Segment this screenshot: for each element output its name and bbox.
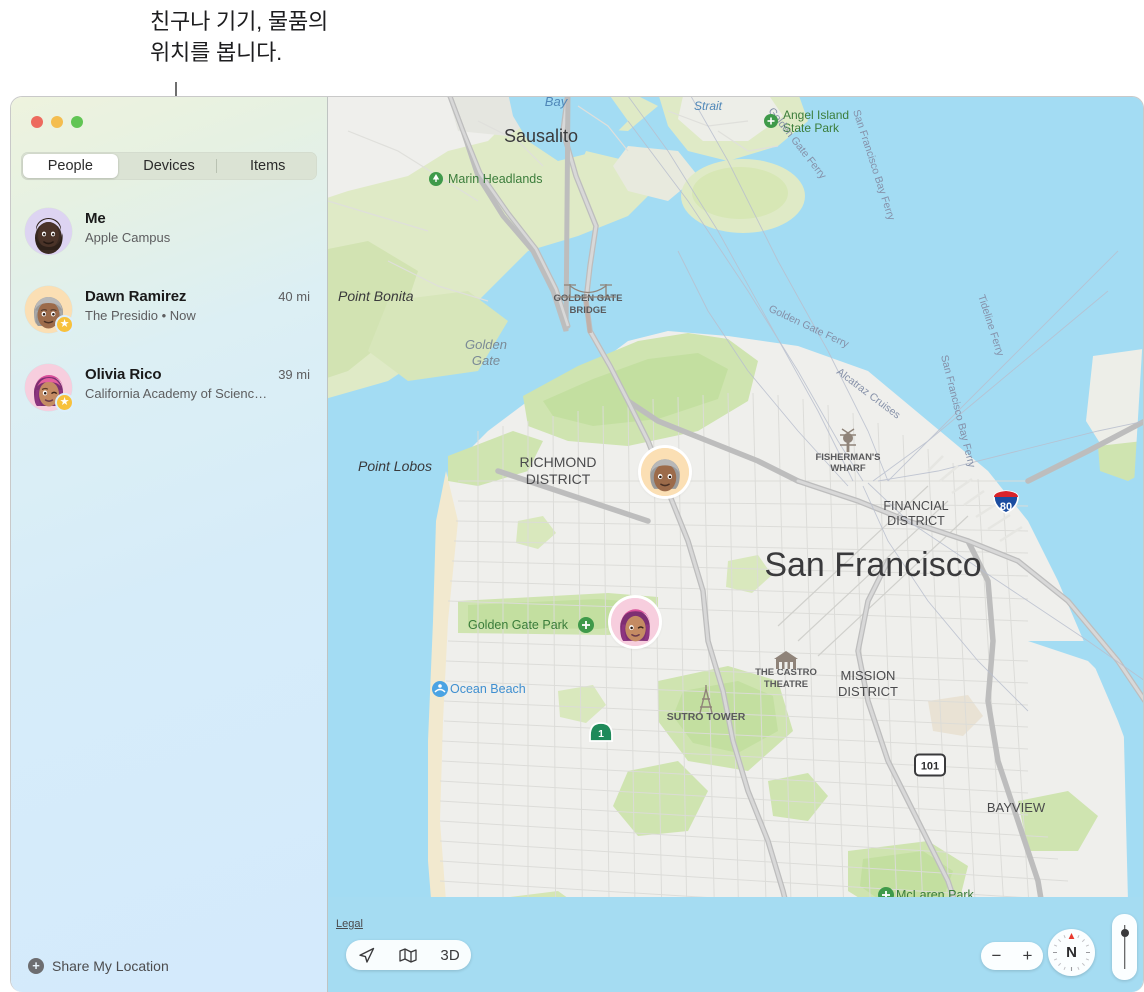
tab-items-label: Items: [249, 158, 286, 174]
zoom-in-button[interactable]: +: [1023, 946, 1033, 966]
person-subtitle: Apple Campus: [85, 230, 171, 245]
tab-items[interactable]: Items: [220, 154, 315, 178]
person-name: Dawn Ramirez: [85, 288, 187, 305]
list-item-me[interactable]: Me Apple Campus: [11, 193, 327, 271]
map-pin-dawn-ramirez[interactable]: [641, 448, 689, 496]
map-label: Point Lobos: [358, 458, 432, 474]
person-text: Me Apple Campus: [85, 207, 304, 245]
avatar-wrap: [25, 208, 72, 255]
pitch-slider-knob[interactable]: [1120, 929, 1129, 937]
pitch-slider[interactable]: [1112, 914, 1137, 980]
route-shield: 35: [481, 946, 503, 964]
list-item-olivia-rico[interactable]: ★ Olivia Rico California Academy of Scie…: [11, 349, 327, 427]
window-traffic-lights: [31, 116, 83, 128]
map-label: Point Bonita: [338, 288, 414, 304]
map-label: Strait: [694, 99, 723, 113]
person-name: Me: [85, 210, 106, 227]
svg-text:1: 1: [598, 728, 604, 740]
map-label: McLaren Park: [896, 888, 975, 902]
callout-line-2: 위치를 봅니다.: [150, 40, 283, 66]
map-label: THEATRE: [764, 679, 808, 690]
map-label: SUTRO TOWER: [667, 711, 746, 723]
person-name: Olivia Rico: [85, 366, 162, 383]
find-my-window: People Devices Items Me Apple Campus ★ D…: [10, 96, 1144, 992]
folded-map-icon[interactable]: [391, 942, 425, 968]
map-label: DISTRICT: [526, 471, 591, 487]
zoom-controls: − +: [981, 942, 1043, 970]
minimize-button[interactable]: [51, 116, 63, 128]
map-label: GOLDEN GATE: [554, 293, 623, 304]
callout-text: 친구나 기기, 물품의 위치를 봅니다.: [150, 6, 470, 68]
map-label: FINANCIAL: [883, 499, 948, 513]
star-badge: ★: [55, 393, 74, 412]
map-pin-olivia-rico[interactable]: [611, 598, 659, 646]
map-label: RICHMOND: [520, 454, 597, 470]
tab-people-label: People: [47, 158, 93, 174]
zoom-button[interactable]: [71, 116, 83, 128]
tab-separator: [216, 159, 218, 173]
map-label: Marin Headlands: [448, 172, 543, 186]
close-button[interactable]: [31, 116, 43, 128]
tab-devices[interactable]: Devices: [122, 154, 218, 178]
three-d-toggle[interactable]: 3D: [433, 942, 467, 968]
map-toolbar: 3D: [346, 940, 471, 970]
map-label: BRIDGE: [570, 305, 607, 316]
compass-north-label: N: [1066, 944, 1077, 961]
locate-arrow-icon[interactable]: [350, 942, 384, 968]
map-label: Ocean Beach: [450, 682, 526, 696]
share-my-location-label: Share My Location: [52, 958, 169, 974]
map-label: Bay: [545, 97, 569, 109]
list-item-dawn-ramirez[interactable]: ★ Dawn Ramirez The Presidio • Now 40 mi: [11, 271, 327, 349]
person-subtitle: The Presidio • Now: [85, 308, 196, 323]
map-label: DISTRICT: [838, 684, 898, 699]
segmented-tab-bar: People Devices Items: [21, 152, 317, 180]
svg-text:80: 80: [1000, 501, 1012, 513]
map-label: DISTRICT: [887, 514, 945, 528]
share-my-location-button[interactable]: + Share My Location: [28, 958, 169, 974]
plus-circle-icon: +: [28, 958, 44, 974]
map-label: FISHERMAN'S: [815, 452, 880, 463]
map-canvas[interactable]: TamalpaisStrawberryTiburonSausalitoRicha…: [328, 97, 1143, 992]
map-label: Gate: [472, 353, 500, 368]
avatar: [25, 208, 72, 255]
map-city-label: San Francisco: [764, 546, 981, 584]
map-label: Golden: [465, 337, 507, 352]
zoom-out-button[interactable]: −: [992, 946, 1002, 966]
callout-line-1: 친구나 기기, 물품의: [150, 9, 329, 34]
person-text: Dawn Ramirez The Presidio • Now: [85, 285, 272, 323]
svg-text:San Francisco: San Francisco: [764, 546, 981, 584]
sidebar: People Devices Items Me Apple Campus ★ D…: [11, 97, 328, 992]
person-distance: 39 mi: [278, 367, 310, 382]
svg-text:101: 101: [921, 761, 939, 773]
map-label: Sausalito: [504, 126, 578, 146]
map-label: MISSION: [841, 668, 896, 683]
tab-people[interactable]: People: [23, 154, 118, 178]
compass-control[interactable]: N: [1048, 929, 1095, 976]
person-distance: 40 mi: [278, 289, 310, 304]
map-label: BAYVIEW: [987, 800, 1046, 815]
avatar-wrap: ★: [25, 286, 74, 334]
map-label: Angel Island: [783, 108, 849, 122]
person-text: Olivia Rico California Academy of Scienc…: [85, 363, 272, 401]
person-subtitle: California Academy of Sciences…: [85, 386, 273, 401]
map-label: Fort Funston: [488, 915, 559, 929]
map-label: Golden Gate Park: [468, 618, 569, 632]
star-badge: ★: [55, 315, 74, 334]
people-list: Me Apple Campus ★ Dawn Ramirez The Presi…: [11, 193, 327, 427]
tab-devices-label: Devices: [143, 158, 195, 174]
avatar-wrap: ★: [25, 364, 74, 412]
map-label: WHARF: [830, 463, 866, 474]
route-shield: 1: [589, 722, 613, 742]
map-label: CROCKER: [655, 964, 720, 979]
legal-link[interactable]: Legal: [336, 918, 363, 930]
svg-text:35: 35: [486, 951, 498, 963]
map-label: Raccoon: [684, 97, 732, 98]
route-shield: 101: [914, 753, 946, 777]
